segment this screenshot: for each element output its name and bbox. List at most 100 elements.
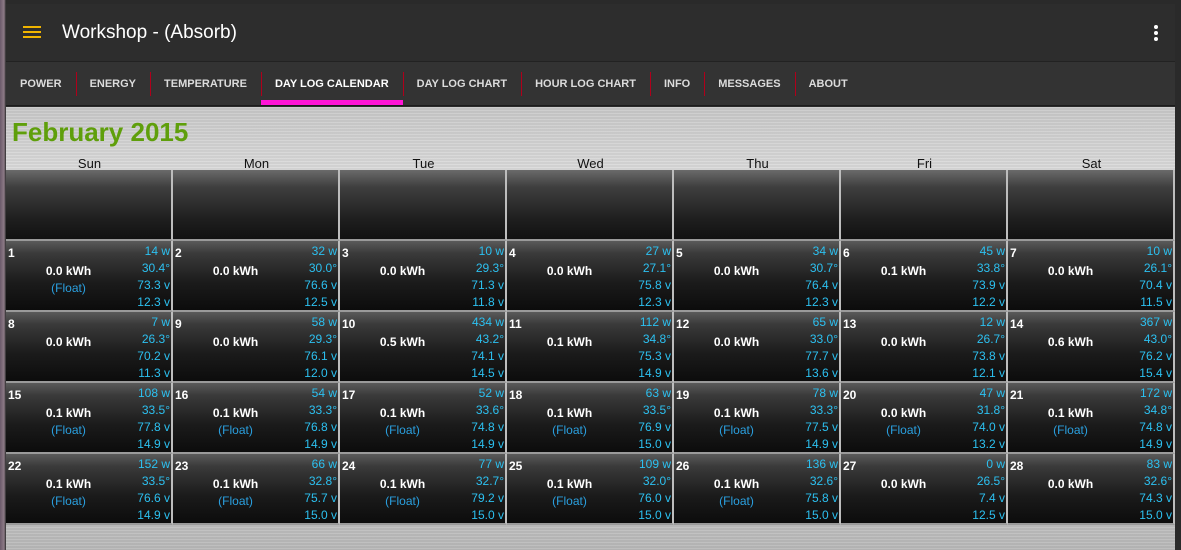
calendar-day-cell[interactable]: 8 0.0 kWh 7 w 26.3° 70.2 v 11.3 v <box>6 312 173 383</box>
battery-voltage: 15.0 v <box>304 508 337 522</box>
charge-mode-label: (Float) <box>51 423 86 437</box>
tab-info[interactable]: INFO <box>649 62 704 105</box>
tab-temperature[interactable]: TEMPERATURE <box>150 62 261 105</box>
peak-watts: 367 w <box>1139 315 1172 329</box>
day-stats: 108 w 33.5° 77.8 v 14.9 v <box>137 385 170 453</box>
calendar-empty-cell <box>674 170 841 241</box>
calendar-day-cell[interactable]: 14 0.6 kWh 367 w 43.0° 76.2 v 15.4 v <box>1008 312 1175 383</box>
weekday-header: Sun Mon Tue Wed Thu Fri Sat <box>6 156 1175 171</box>
battery-voltage: 15.0 v <box>638 508 671 522</box>
calendar-day-cell[interactable]: 17 0.1 kWh (Float) 52 w 33.6° 74.8 v 14.9 v <box>340 383 507 454</box>
tab-messages[interactable]: MESSAGES <box>704 62 794 105</box>
max-pv-voltage: 75.8 v <box>638 278 671 292</box>
day-stats: 77 w 32.7° 79.2 v 15.0 v <box>471 456 504 524</box>
calendar-day-cell[interactable]: 13 0.0 kWh 12 w 26.7° 73.8 v 12.1 v <box>841 312 1008 383</box>
calendar-day-cell[interactable]: 28 0.0 kWh 83 w 32.6° 74.3 v 15.0 v <box>1008 454 1175 525</box>
day-stats: 47 w 31.8° 74.0 v 13.2 v <box>972 385 1005 453</box>
calendar-day-cell[interactable]: 20 0.0 kWh (Float) 47 w 31.8° 74.0 v 13.2 v <box>841 383 1008 454</box>
battery-voltage: 12.1 v <box>972 366 1005 380</box>
calendar-day-cell[interactable]: 24 0.1 kWh (Float) 77 w 32.7° 79.2 v 15.0 v <box>340 454 507 525</box>
day-energy-kwh: 0.6 kWh <box>1047 335 1094 349</box>
charge-mode-label: (Float) <box>218 423 253 437</box>
calendar-week-row: 8 0.0 kWh 7 w 26.3° 70.2 v 11.3 v 9 0.0 kWh 58 w… <box>6 312 1175 383</box>
day-number: 22 <box>8 459 22 473</box>
day-number: 20 <box>843 388 857 402</box>
calendar-week-row <box>6 170 1175 241</box>
month-title: February 2015 <box>12 117 189 147</box>
day-number: 6 <box>843 246 850 260</box>
battery-voltage: 12.2 v <box>972 295 1005 309</box>
calendar-day-cell[interactable]: 25 0.1 kWh (Float) 109 w 32.0° 76.0 v 15.0 v <box>507 454 674 525</box>
day-number: 23 <box>175 459 189 473</box>
tab-about[interactable]: ABOUT <box>794 62 862 105</box>
tab-energy[interactable]: ENERGY <box>75 62 150 105</box>
battery-voltage: 15.0 v <box>1139 508 1172 522</box>
peak-watts: 77 w <box>478 457 504 471</box>
charge-mode-label: (Float) <box>886 423 921 437</box>
overflow-menu-icon[interactable] <box>1153 24 1159 41</box>
tab-day-log-chart[interactable]: DAY LOG CHART <box>402 62 521 105</box>
calendar-empty-cell <box>507 170 674 241</box>
calendar-day-cell[interactable]: 1 0.0 kWh (Float) 14 w 30.4° 73.3 v 12.3 v <box>6 241 173 312</box>
calendar-day-cell[interactable]: 18 0.1 kWh (Float) 63 w 33.5° 76.9 v 15.0 v <box>507 383 674 454</box>
tab-power[interactable]: POWER <box>6 62 76 105</box>
calendar-day-cell[interactable]: 12 0.0 kWh 65 w 33.0° 77.7 v 13.6 v <box>674 312 841 383</box>
calendar-day-cell[interactable]: 21 0.1 kWh (Float) 172 w 34.8° 74.8 v 14.9 v <box>1008 383 1175 454</box>
max-pv-voltage: 73.8 v <box>972 349 1005 363</box>
calendar-day-cell[interactable]: 9 0.0 kWh 58 w 29.3° 76.1 v 12.0 v <box>173 312 340 383</box>
app-window: Workshop - (Absorb) POWER ENERGY TEMPERATU… <box>6 4 1175 550</box>
day-energy-kwh: 0.0 kWh <box>45 335 92 349</box>
calendar-day-cell[interactable]: 2 0.0 kWh 32 w 30.0° 76.6 v 12.5 v <box>173 241 340 312</box>
battery-voltage: 14.9 v <box>471 437 504 451</box>
calendar-day-cell[interactable]: 5 0.0 kWh 34 w 30.7° 76.4 v 12.3 v <box>674 241 841 312</box>
calendar-day-cell[interactable]: 15 0.1 kWh (Float) 108 w 33.5° 77.8 v 14.9 v <box>6 383 173 454</box>
calendar-day-cell[interactable]: 23 0.1 kWh (Float) 66 w 32.8° 75.7 v 15.0 v <box>173 454 340 525</box>
max-temperature: 30.7° <box>809 261 838 275</box>
calendar-day-cell[interactable]: 26 0.1 kWh (Float) 136 w 32.6° 75.8 v 15.0 v <box>674 454 841 525</box>
day-number: 14 <box>1010 317 1024 331</box>
day-stats: 7 w 26.3° 70.2 v 11.3 v <box>137 314 170 382</box>
max-temperature: 43.0° <box>1143 332 1172 346</box>
day-stats: 172 w 34.8° 74.8 v 14.9 v <box>1139 385 1172 453</box>
max-pv-voltage: 74.0 v <box>972 420 1005 434</box>
peak-watts: 65 w <box>812 315 838 329</box>
calendar-day-cell[interactable]: 27 0.0 kWh 0 w 26.5° 7.4 v 12.5 v <box>841 454 1008 525</box>
calendar-day-cell[interactable]: 11 0.1 kWh 112 w 34.8° 75.3 v 14.9 v <box>507 312 674 383</box>
battery-voltage: 11.8 v <box>472 295 504 309</box>
max-pv-voltage: 74.8 v <box>1139 420 1172 434</box>
day-energy-kwh: 0.5 kWh <box>379 335 426 349</box>
calendar-day-cell[interactable]: 22 0.1 kWh (Float) 152 w 33.5° 76.6 v 14.9 v <box>6 454 173 525</box>
peak-watts: 172 w <box>1139 386 1172 400</box>
day-energy-kwh: 0.0 kWh <box>880 477 927 491</box>
max-pv-voltage: 70.2 v <box>137 349 170 363</box>
calendar-day-cell[interactable]: 16 0.1 kWh (Float) 54 w 33.3° 76.8 v 14.9 v <box>173 383 340 454</box>
calendar-empty-cell <box>173 170 340 241</box>
calendar-week-row: 15 0.1 kWh (Float) 108 w 33.5° 77.8 v 14.9 v 16… <box>6 383 1175 454</box>
peak-watts: 27 w <box>645 244 671 258</box>
max-pv-voltage: 76.4 v <box>805 278 838 292</box>
day-stats: 12 w 26.7° 73.8 v 12.1 v <box>972 314 1005 382</box>
tab-day-log-calendar[interactable]: DAY LOG CALENDAR <box>260 62 403 105</box>
day-number: 1 <box>8 246 15 260</box>
max-pv-voltage: 71.3 v <box>471 278 504 292</box>
max-pv-voltage: 76.9 v <box>638 420 671 434</box>
peak-watts: 136 w <box>805 457 838 471</box>
battery-voltage: 14.9 v <box>1139 437 1172 451</box>
day-stats: 10 w 26.1° 70.4 v 11.5 v <box>1139 243 1172 311</box>
day-energy-kwh: 0.1 kWh <box>212 406 259 420</box>
tab-bar: POWER ENERGY TEMPERATURE DAY LOG CALENDAR DA… <box>6 62 1175 106</box>
tab-hour-log-chart[interactable]: HOUR LOG CHART <box>521 62 650 105</box>
calendar-day-cell[interactable]: 6 0.1 kWh 45 w 33.8° 73.9 v 12.2 v <box>841 241 1008 312</box>
day-number: 16 <box>175 388 189 402</box>
day-number: 27 <box>843 459 857 473</box>
max-temperature: 33.5° <box>642 403 671 417</box>
day-number: 8 <box>8 317 15 331</box>
calendar-day-cell[interactable]: 7 0.0 kWh 10 w 26.1° 70.4 v 11.5 v <box>1008 241 1175 312</box>
hamburger-menu-icon[interactable] <box>23 25 41 40</box>
calendar-day-cell[interactable]: 19 0.1 kWh (Float) 78 w 33.3° 77.5 v 14.9 v <box>674 383 841 454</box>
calendar-day-cell[interactable]: 4 0.0 kWh 27 w 27.1° 75.8 v 12.3 v <box>507 241 674 312</box>
max-pv-voltage: 73.9 v <box>972 278 1005 292</box>
calendar-grid: 1 0.0 kWh (Float) 14 w 30.4° 73.3 v 12.3 v 2 0.0… <box>6 170 1175 525</box>
calendar-day-cell[interactable]: 10 0.5 kWh 434 w 43.2° 74.1 v 14.5 v <box>340 312 507 383</box>
calendar-day-cell[interactable]: 3 0.0 kWh 10 w 29.3° 71.3 v 11.8 v <box>340 241 507 312</box>
